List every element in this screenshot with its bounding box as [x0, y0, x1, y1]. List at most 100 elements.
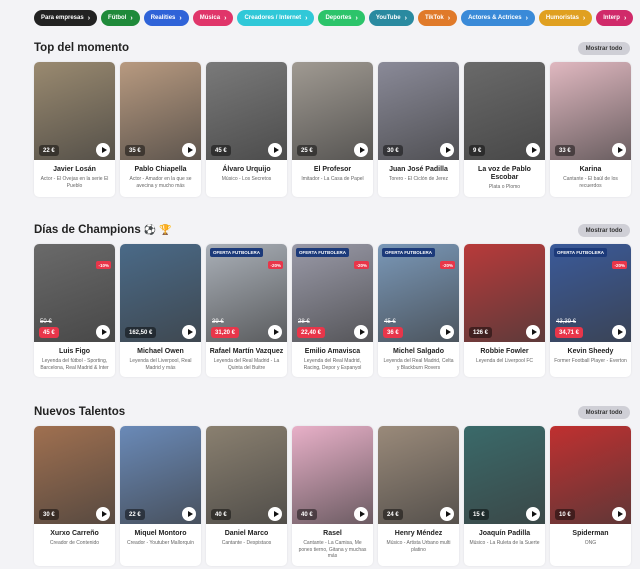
category-pill[interactable]: YouTube › — [368, 10, 414, 26]
play-icon[interactable] — [96, 507, 110, 521]
talent-photo[interactable]: 40 € — [292, 426, 373, 524]
talent-card[interactable]: OFERTA FUTBOLERA -20% 39 € 31,20 € Rafael Ma… — [206, 244, 287, 378]
talent-card[interactable]: 30 € Juan José Padilla Torero - El Ciclón … — [378, 62, 459, 197]
category-pill[interactable]: Para empresas › — [34, 10, 98, 26]
talent-photo[interactable]: OFERTA FUTBOLERA -20% 28 € 22,40 € — [292, 244, 373, 342]
talent-card[interactable]: 24 € Henry Méndez Músico - Artista Urbano … — [378, 426, 459, 566]
talent-photo[interactable]: 30 € — [378, 62, 459, 160]
show-all-button[interactable]: Mostrar todo — [578, 224, 630, 237]
talent-photo[interactable]: 126 € — [464, 244, 545, 342]
talent-card[interactable]: OFERTA FUTBOLERA -20% 43,39 € 34,71 € Kevin … — [550, 244, 631, 378]
talent-description: Torero - El Ciclón de Jerez — [389, 176, 448, 183]
play-icon[interactable] — [268, 325, 282, 339]
category-pill[interactable]: Creadores / Internet › — [237, 10, 315, 26]
play-icon[interactable] — [440, 325, 454, 339]
play-icon[interactable] — [354, 325, 368, 339]
play-icon[interactable] — [612, 143, 626, 157]
play-icon[interactable] — [440, 507, 454, 521]
talent-card[interactable]: 10 € Spiderman ONG — [550, 426, 631, 566]
play-icon[interactable] — [182, 325, 196, 339]
category-pill[interactable]: Humoristas › — [538, 10, 593, 26]
talent-photo[interactable]: 40 € — [206, 426, 287, 524]
talent-photo[interactable]: 25 € — [292, 62, 373, 160]
talent-name: Michel Salgado — [393, 348, 444, 355]
talent-card[interactable]: OFERTA FUTBOLERA -20% 45 € 36 € Michel Salga… — [378, 244, 459, 378]
talent-description: Leyenda del Real Madrid - La Quinta del … — [213, 358, 280, 371]
price-badge: 31,20 € — [211, 327, 240, 338]
talent-photo[interactable]: OFERTA FUTBOLERA -20% 45 € 36 € — [378, 244, 459, 342]
chevron-right-icon: › — [355, 14, 358, 22]
talent-photo[interactable]: 33 € — [550, 62, 631, 160]
price-badge: 33 € — [555, 145, 575, 156]
talent-card[interactable]: OFERTA FUTBOLERA -20% 28 € 22,40 € Emilio Am… — [292, 244, 373, 378]
talent-card[interactable]: 9 € La voz de Pablo Escobar Plata o Plomo — [464, 62, 545, 197]
price-badge: 30 € — [383, 145, 403, 156]
talent-card[interactable]: -10% 50 € 45 € Luis Figo Leyenda del fútbol … — [34, 244, 115, 378]
talent-photo[interactable]: 15 € — [464, 426, 545, 524]
section-header: Top del momento Mostrar todo — [0, 40, 640, 58]
talent-name: Michael Owen — [137, 348, 184, 355]
play-icon[interactable] — [612, 325, 626, 339]
talent-description: Imitador - La Casa de Papel — [301, 176, 364, 183]
price-badge: 35 € — [125, 145, 145, 156]
talent-card[interactable]: 22 € Javier Losán Actor - El Ovejas en la … — [34, 62, 115, 197]
talent-photo[interactable]: OFERTA FUTBOLERA -20% 43,39 € 34,71 € — [550, 244, 631, 342]
category-pill[interactable]: Realities › — [143, 10, 189, 26]
talent-card[interactable]: 30 € Xurxo Carreño Creador de Contenido — [34, 426, 115, 566]
talent-name: Kevin Sheedy — [567, 348, 614, 355]
talent-photo[interactable]: 24 € — [378, 426, 459, 524]
play-icon[interactable] — [96, 143, 110, 157]
talent-card[interactable]: 45 € Álvaro Urquijo Músico - Los Secretos — [206, 62, 287, 197]
talent-card[interactable]: 33 € Karina Cantante - El baúl de los recu… — [550, 62, 631, 197]
show-all-button[interactable]: Mostrar todo — [578, 42, 630, 55]
play-icon[interactable] — [354, 507, 368, 521]
talent-photo[interactable]: 22 € — [34, 62, 115, 160]
price-badge: 24 € — [383, 509, 403, 520]
play-icon[interactable] — [268, 143, 282, 157]
category-pill[interactable]: Actores & Actrices › — [461, 10, 535, 26]
category-pill[interactable]: Deportes › — [318, 10, 365, 26]
show-all-button[interactable]: Mostrar todo — [578, 406, 630, 419]
talent-photo[interactable]: 30 € — [34, 426, 115, 524]
talent-name: Pablo Chiapella — [134, 166, 187, 173]
play-icon[interactable] — [526, 507, 540, 521]
play-icon[interactable] — [182, 143, 196, 157]
talent-card[interactable]: 35 € Pablo Chiapella Actor - Amador en la … — [120, 62, 201, 197]
talent-card[interactable]: 15 € Joaquín Padilla Músico - La Ruleta de… — [464, 426, 545, 566]
talent-name: Álvaro Urquijo — [222, 166, 271, 173]
old-price: 39 € — [212, 319, 224, 325]
talent-card[interactable]: 40 € Rasel Cantante - La Camisa, Me pones … — [292, 426, 373, 566]
category-pill[interactable]: Música › — [192, 10, 234, 26]
price-badge: 36 € — [383, 327, 403, 338]
talent-photo[interactable]: 22 € — [120, 426, 201, 524]
play-icon[interactable] — [354, 143, 368, 157]
talent-card[interactable]: 40 € Daniel Marco Cantante - Despistaos — [206, 426, 287, 566]
talent-photo[interactable]: 45 € — [206, 62, 287, 160]
talent-photo[interactable]: 9 € — [464, 62, 545, 160]
talent-card[interactable]: 126 € Robbie Fowler Leyenda del Liverpool … — [464, 244, 545, 378]
category-pill[interactable]: Fútbol › — [101, 10, 140, 26]
play-icon[interactable] — [96, 325, 110, 339]
talent-description: Leyenda del fútbol - Sporting, Barcelona… — [40, 358, 109, 371]
play-icon[interactable] — [526, 325, 540, 339]
talent-photo[interactable]: 162,50 € — [120, 244, 201, 342]
play-icon[interactable] — [182, 507, 196, 521]
category-pill[interactable]: Interp › — [596, 10, 634, 26]
category-pill[interactable]: TikTok › — [417, 10, 458, 26]
play-icon[interactable] — [440, 143, 454, 157]
talent-photo[interactable]: -10% 50 € 45 € — [34, 244, 115, 342]
talent-photo[interactable]: 10 € — [550, 426, 631, 524]
talent-description: Leyenda del Liverpool FC — [476, 358, 533, 365]
talent-card[interactable]: 25 € El Profesor Imitador - La Casa de Pap… — [292, 62, 373, 197]
price-badge: 34,71 € — [555, 327, 584, 338]
talent-name: Joaquín Padilla — [478, 530, 531, 537]
talent-card[interactable]: 162,50 € Michael Owen Leyenda del Liverpoo… — [120, 244, 201, 378]
play-icon[interactable] — [268, 507, 282, 521]
talent-description: Creador de Contenido — [49, 540, 100, 547]
talent-photo[interactable]: 35 € — [120, 62, 201, 160]
play-icon[interactable] — [612, 507, 626, 521]
talent-card[interactable]: 22 € Miquel Montoro Creador - Youtuber Mal… — [120, 426, 201, 566]
talent-photo[interactable]: OFERTA FUTBOLERA -20% 39 € 31,20 € — [206, 244, 287, 342]
play-icon[interactable] — [526, 143, 540, 157]
talent-description: Cantante - El baúl de los recuerdos — [563, 176, 618, 189]
